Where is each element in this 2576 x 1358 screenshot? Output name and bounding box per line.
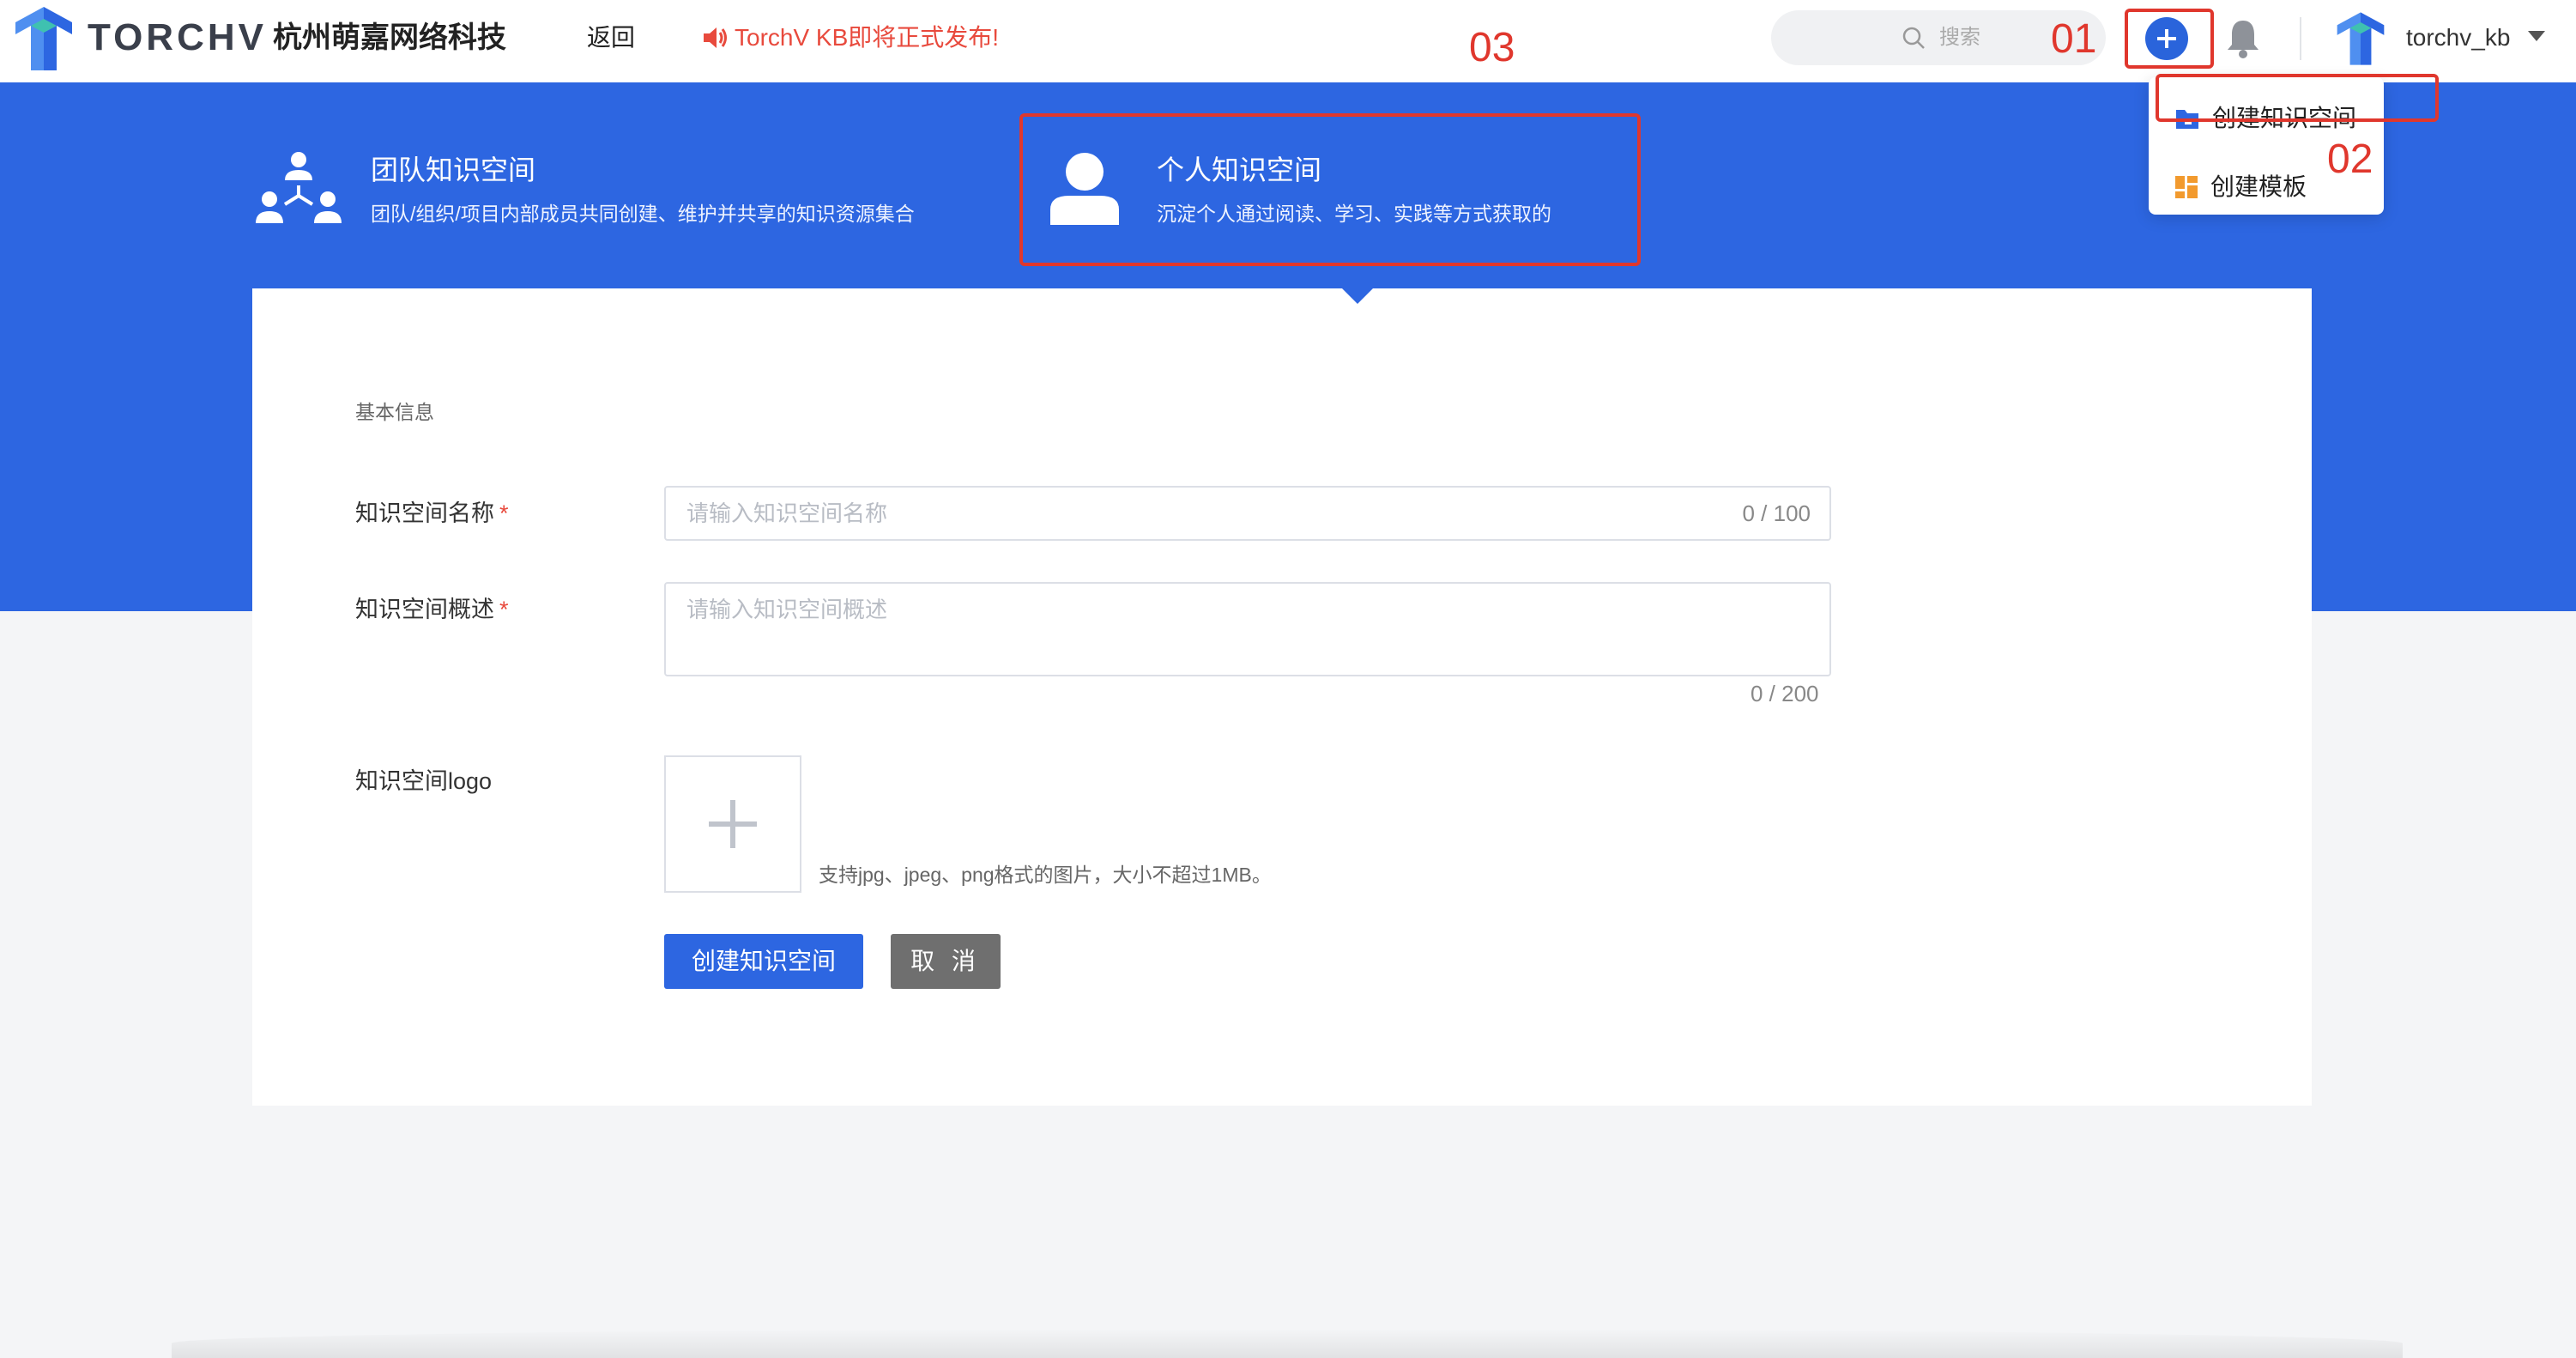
torchv-logo-icon[interactable] xyxy=(14,5,74,72)
template-icon xyxy=(2175,176,2198,198)
announcement-text: TorchV KB即将正式发布! xyxy=(735,24,1000,51)
logo-upload-button[interactable] xyxy=(664,755,801,893)
brand-name: TORCHV xyxy=(88,16,267,58)
team-icon xyxy=(256,152,342,223)
username[interactable]: torchv_kb xyxy=(2406,21,2510,55)
space-desc-textarea[interactable]: 请输入知识空间概述 xyxy=(664,582,1831,676)
annotation-label-03: 03 xyxy=(1469,25,1515,70)
speaker-icon xyxy=(704,27,727,48)
space-name-input[interactable]: 请输入知识空间名称 0 / 100 xyxy=(664,486,1831,541)
caret-down-icon[interactable] xyxy=(2528,31,2545,41)
annotation-box-plus xyxy=(2125,9,2214,69)
selected-pointer xyxy=(1340,287,1375,304)
create-space-form-card xyxy=(252,288,2312,1106)
space-name-placeholder: 请输入知识空间名称 xyxy=(686,500,888,526)
company-name: 杭州萌嘉网络科技 xyxy=(273,21,506,54)
annotation-box-personal-space xyxy=(1019,113,1641,266)
header-divider xyxy=(2300,17,2301,60)
space-desc-placeholder: 请输入知识空间概述 xyxy=(686,597,888,622)
search-icon xyxy=(1902,27,1925,49)
space-desc-label: 知识空间概述 * xyxy=(355,597,509,622)
plus-icon xyxy=(709,800,757,848)
logo-upload-hint: 支持jpg、jpeg、png格式的图片，大小不超过1MB。 xyxy=(819,864,1272,886)
annotation-label-02: 02 xyxy=(2327,136,2373,182)
bell-icon[interactable] xyxy=(2224,17,2262,60)
team-space-title: 团队知识空间 xyxy=(371,155,536,185)
cancel-button[interactable]: 取 消 xyxy=(891,934,1001,989)
announcement-link[interactable]: TorchV KB即将正式发布! xyxy=(702,19,999,57)
search-placeholder: 搜索 xyxy=(1939,26,1980,49)
space-name-label: 知识空间名称 * xyxy=(355,500,509,526)
required-mark: * xyxy=(499,500,509,526)
back-link[interactable]: 返回 xyxy=(587,19,635,57)
space-name-counter: 0 / 100 xyxy=(1742,500,1811,526)
menu-item-create-template[interactable]: 创建模板 xyxy=(2174,170,2307,204)
avatar[interactable] xyxy=(2336,9,2386,69)
annotation-label-01: 01 xyxy=(2051,16,2097,62)
annotation-box-create-space xyxy=(2156,74,2439,122)
space-desc-counter: 0 / 200 xyxy=(1751,681,1819,706)
team-space-desc: 团队/组织/项目内部成员共同创建、维护并共享的知识资源集合 xyxy=(371,203,915,225)
bottom-shadow xyxy=(172,1329,2403,1358)
required-mark: * xyxy=(499,597,509,622)
space-logo-label: 知识空间logo xyxy=(355,768,493,794)
section-title: 基本信息 xyxy=(355,401,434,423)
create-space-button[interactable]: 创建知识空间 xyxy=(664,934,863,989)
